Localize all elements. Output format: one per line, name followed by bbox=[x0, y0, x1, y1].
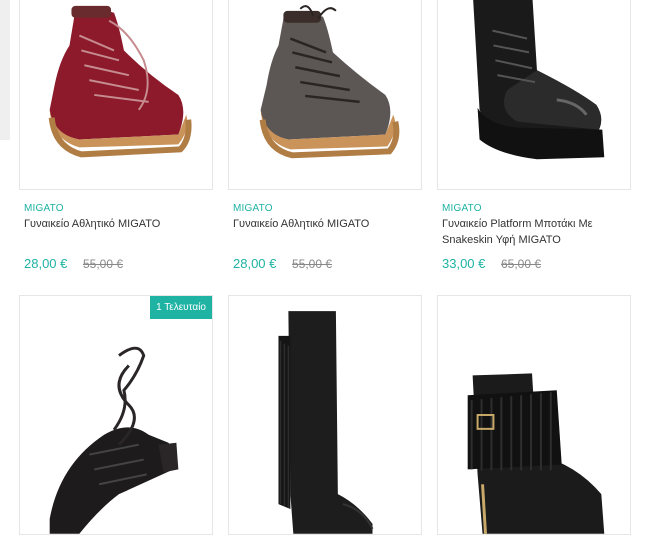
product-card-4[interactable]: 1 Τελευταίο bbox=[19, 295, 213, 535]
last-item-badge: 1 Τελευταίο bbox=[150, 296, 212, 319]
product-old-price: 55,00 € bbox=[83, 257, 124, 271]
product-name[interactable]: Γυναικείο Platform Μποτάκι Με Snakeskin … bbox=[442, 216, 607, 248]
black-fringe-ankle-boot-image bbox=[467, 373, 605, 534]
black-fringe-tall-boot-image bbox=[278, 311, 374, 534]
black-laceup-heel-image bbox=[49, 346, 179, 534]
product-card-5[interactable] bbox=[228, 295, 422, 535]
product-name[interactable]: Γυναικείο Αθλητικό MIGATO bbox=[24, 216, 189, 232]
product-card-3[interactable] bbox=[437, 0, 631, 190]
black-platform-boot-image bbox=[473, 0, 605, 160]
grey-hiker-boot-image bbox=[259, 5, 400, 159]
left-sidebar-edge bbox=[0, 0, 10, 140]
product-brand[interactable]: MIGATO bbox=[442, 203, 482, 214]
product-price: 33,00 € bbox=[442, 256, 486, 271]
product-brand[interactable]: MIGATO bbox=[233, 203, 273, 214]
product-old-price: 55,00 € bbox=[292, 257, 333, 271]
product-price: 28,00 € bbox=[233, 256, 277, 271]
product-card-2[interactable] bbox=[228, 0, 422, 190]
product-card-1[interactable] bbox=[19, 0, 213, 190]
product-brand[interactable]: MIGATO bbox=[24, 203, 64, 214]
product-name[interactable]: Γυναικείο Αθλητικό MIGATO bbox=[233, 216, 398, 232]
red-hiker-boot-image bbox=[48, 5, 192, 158]
product-card-6[interactable] bbox=[437, 295, 631, 535]
product-old-price: 65,00 € bbox=[501, 257, 542, 271]
product-price: 28,00 € bbox=[24, 256, 68, 271]
